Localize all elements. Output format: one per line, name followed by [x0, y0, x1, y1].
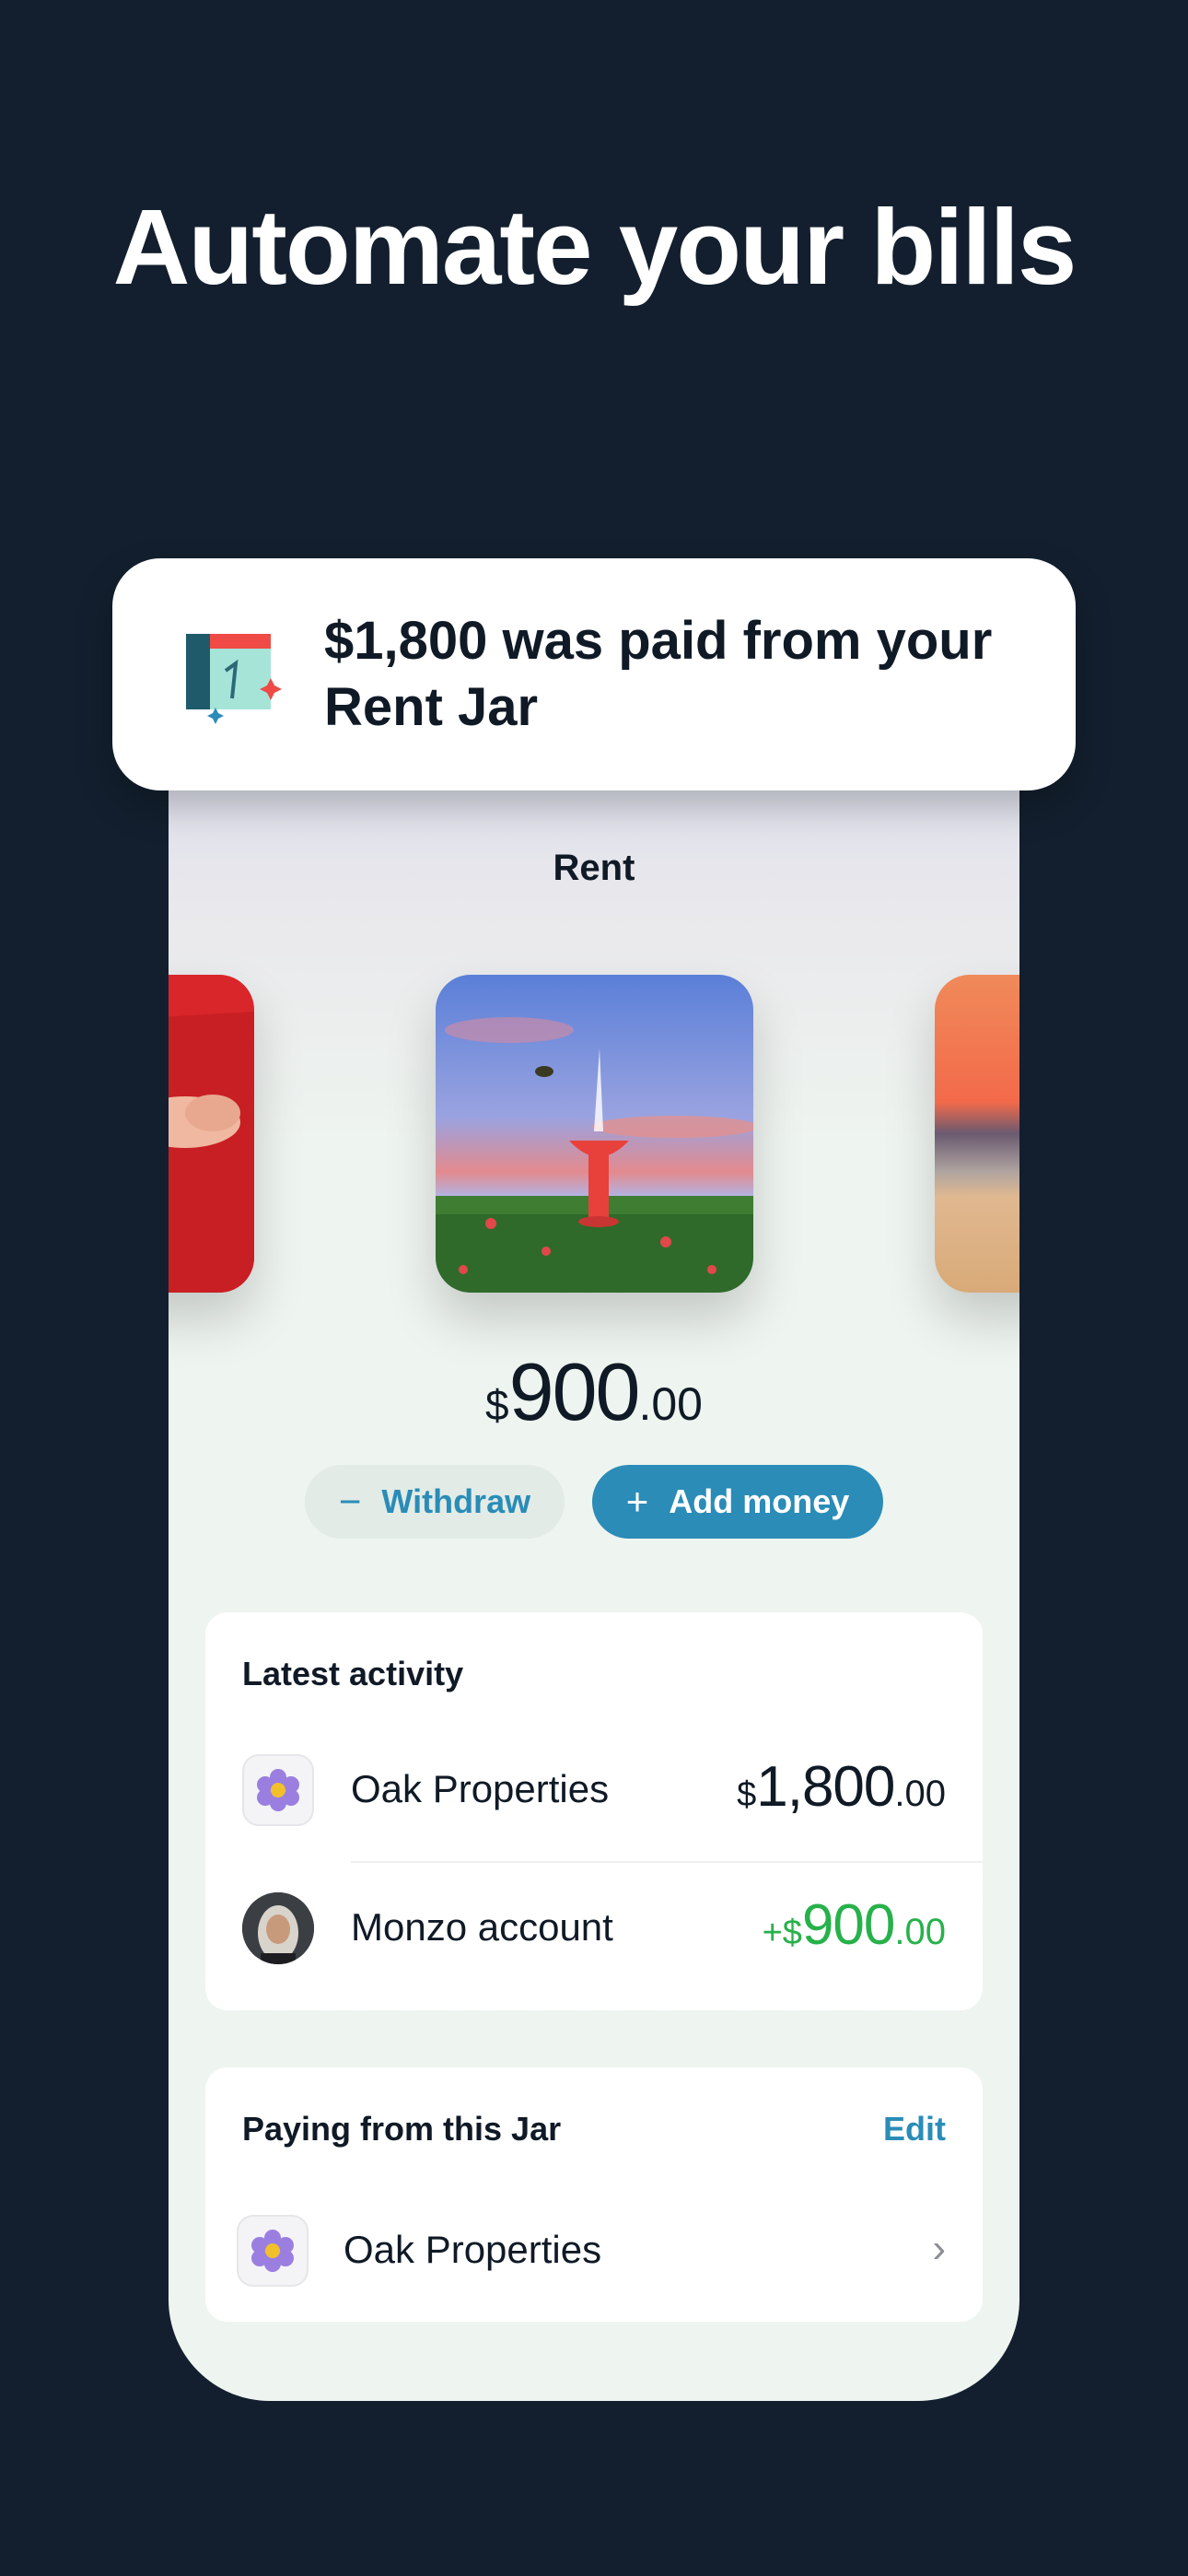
- jar-balance: $900.00: [169, 1345, 1019, 1439]
- flower-icon: [242, 1754, 314, 1826]
- jar-image-previous[interactable]: [169, 975, 254, 1293]
- amount-cents: .00: [894, 1774, 946, 1814]
- activity-row[interactable]: Oak Properties $1,800.00: [205, 1723, 983, 1859]
- withdraw-button[interactable]: − Withdraw: [305, 1465, 565, 1539]
- balance-cents: .00: [638, 1378, 703, 1430]
- add-money-label: Add money: [669, 1482, 850, 1520]
- chevron-right-icon: ›: [932, 2226, 946, 2271]
- paying-from-title: Paying from this Jar: [242, 2110, 562, 2148]
- jar-image-next[interactable]: [935, 975, 1019, 1293]
- latest-activity-title: Latest activity: [242, 1655, 464, 1692]
- phone-screen: Rent $900.00 − Withdraw + Add money Late…: [169, 700, 1019, 2401]
- plus-icon: +: [625, 1480, 649, 1523]
- notification-text: $1,800 was paid from your Rent Jar: [324, 611, 993, 737]
- amount-main: 1,800: [756, 1755, 895, 1819]
- payee-row[interactable]: Oak Properties ›: [205, 2178, 983, 2322]
- withdraw-label: Withdraw: [381, 1482, 531, 1520]
- activity-row[interactable]: Monzo account +$900.00: [205, 1861, 983, 1997]
- amount-currency: $: [737, 1775, 757, 1814]
- edit-button[interactable]: Edit: [883, 2110, 946, 2149]
- user-avatar: [242, 1892, 314, 1964]
- jar-title: Rent: [553, 848, 635, 888]
- notification-banner[interactable]: $1,800 was paid from your Rent Jar: [112, 558, 1076, 790]
- activity-amount: $1,800.00: [737, 1754, 946, 1820]
- flower-icon: [237, 2215, 309, 2287]
- add-money-button[interactable]: + Add money: [592, 1465, 883, 1539]
- latest-activity-card: Latest activity Oak Properties $1,800.00: [205, 1612, 983, 2010]
- minus-icon: −: [338, 1480, 362, 1523]
- divider: [351, 1861, 983, 1863]
- activity-name: Oak Properties: [351, 1767, 610, 1810]
- paying-from-card: Paying from this Jar Edit Oak Properties…: [205, 2067, 983, 2322]
- activity-amount: +$900.00: [763, 1892, 946, 1958]
- amount-cents: .00: [894, 1912, 946, 1952]
- payee-name: Oak Properties: [344, 2228, 602, 2271]
- headline: Automate your bills: [112, 187, 1077, 307]
- calendar-icon: [175, 626, 285, 728]
- amount-currency: +$: [762, 1914, 802, 1952]
- balance-currency: $: [485, 1381, 509, 1429]
- jar-image-selected[interactable]: [436, 975, 753, 1293]
- amount-main: 900: [801, 1893, 895, 1957]
- balance-amount: 900: [508, 1346, 641, 1437]
- activity-name: Monzo account: [351, 1905, 613, 1949]
